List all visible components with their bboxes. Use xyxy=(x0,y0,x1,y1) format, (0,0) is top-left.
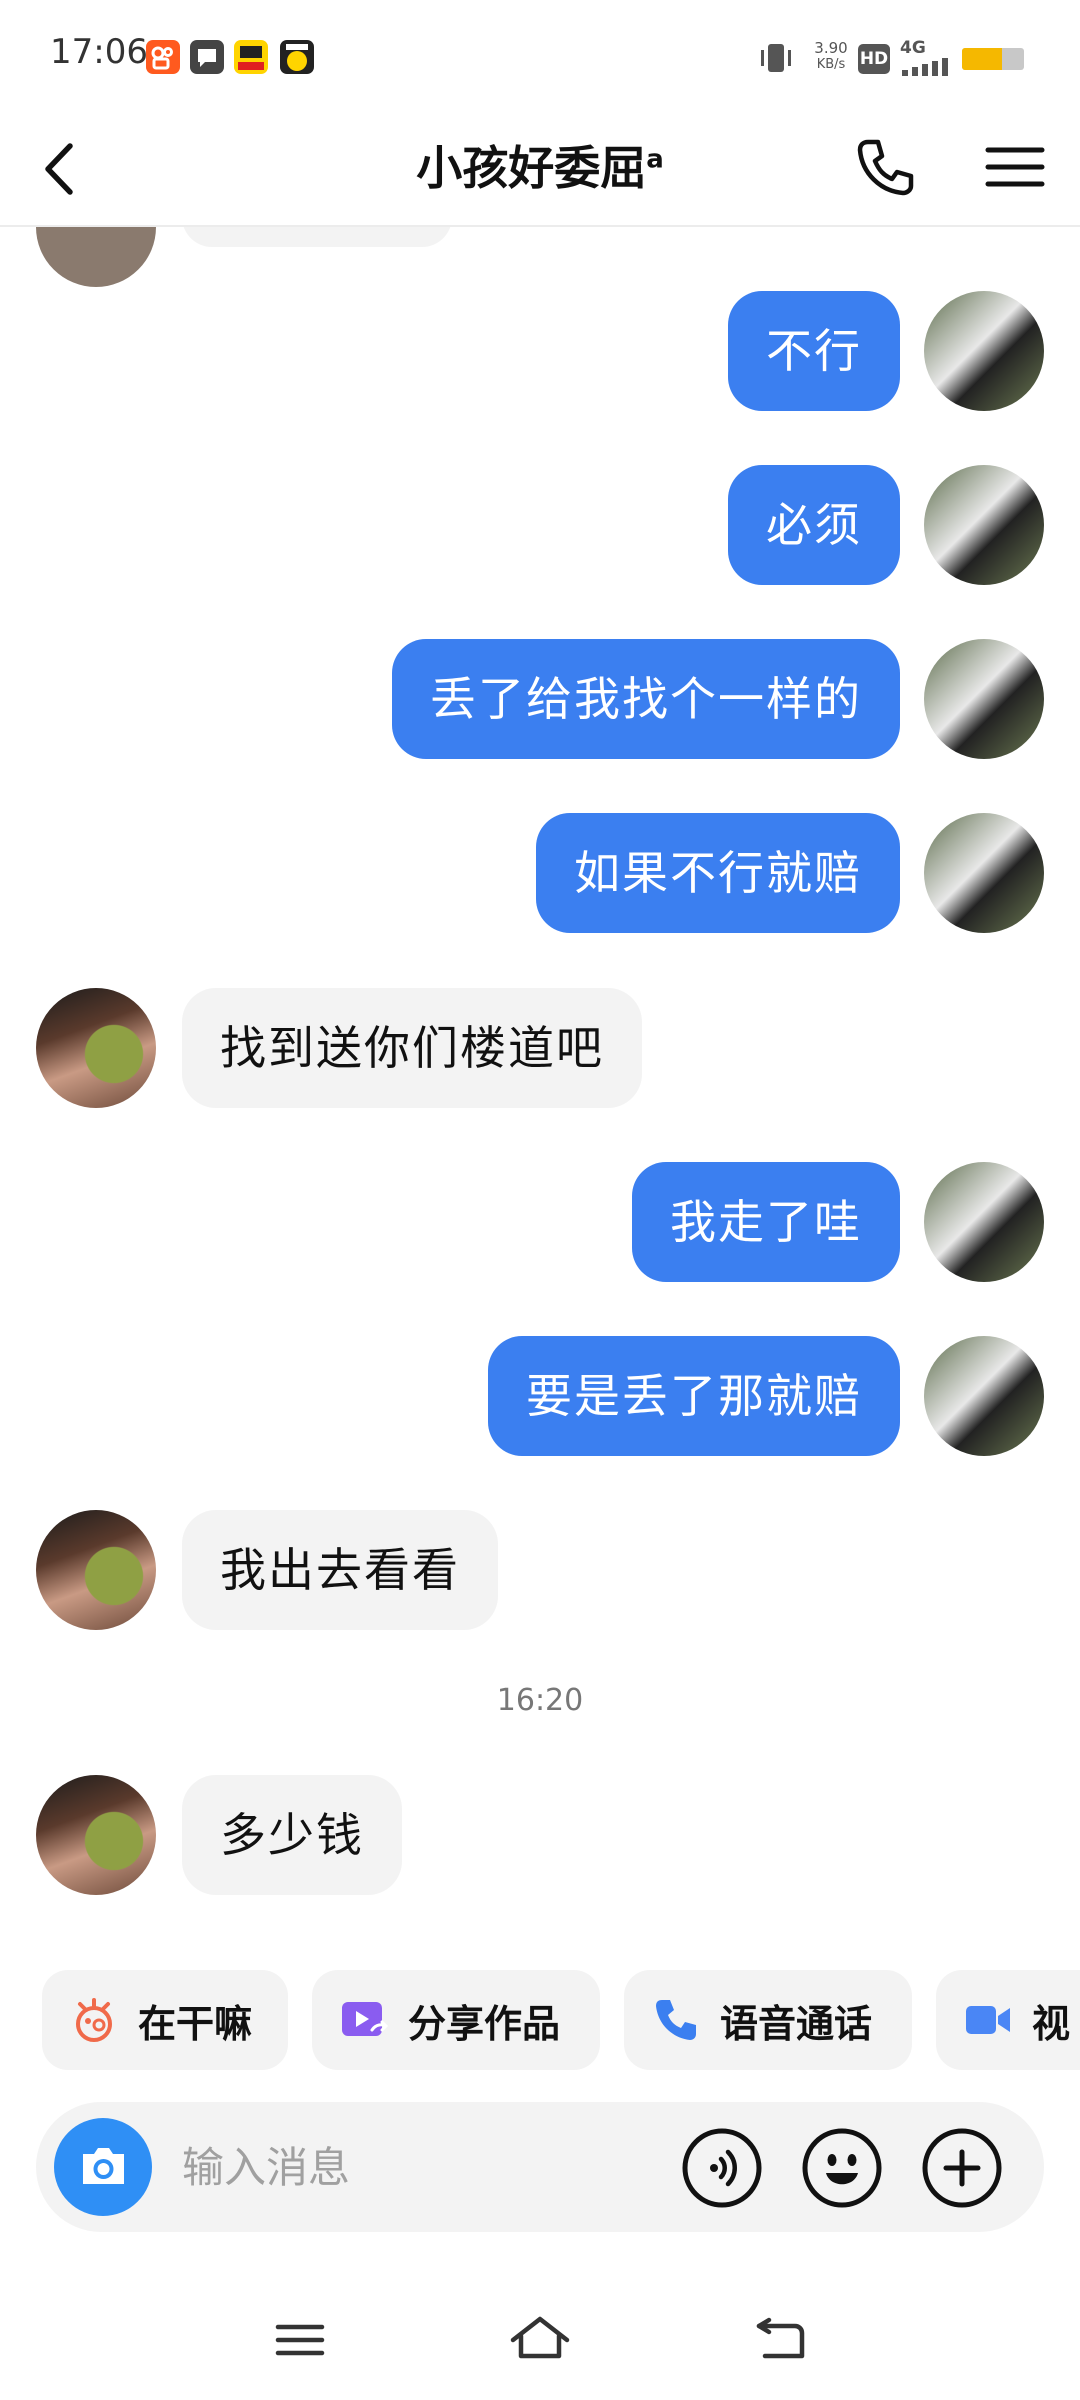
share-video-icon xyxy=(342,2002,389,2036)
emoji-button[interactable] xyxy=(800,2126,884,2210)
status-time: 17:06 xyxy=(50,32,148,72)
quick-action-label: 视 xyxy=(1032,2001,1071,2046)
battery-icon xyxy=(962,48,1024,70)
my-avatar[interactable] xyxy=(924,813,1044,933)
phone-icon xyxy=(656,2000,696,2040)
phone-icon xyxy=(857,139,914,196)
quick-actions-bar[interactable]: 在干嘛 分享作品 语音通话 视 xyxy=(0,1970,1080,2075)
message-row: 我出去看看 xyxy=(0,1510,1080,1630)
message-row: 如果不行就赔 xyxy=(0,813,1080,933)
message-bubble[interactable]: 我走了哇 xyxy=(632,1162,900,1282)
quick-action-label: 在干嘛 xyxy=(138,2001,253,2046)
message-bubble[interactable]: 不行 xyxy=(728,291,900,411)
nav-menu-icon xyxy=(275,2324,325,2356)
camera-icon xyxy=(83,2148,124,2184)
battery-level xyxy=(962,48,1003,70)
message-input[interactable] xyxy=(182,2137,602,2197)
my-avatar[interactable] xyxy=(924,465,1044,585)
my-avatar[interactable] xyxy=(924,639,1044,759)
contact-avatar[interactable] xyxy=(36,1775,156,1895)
message-input-bar xyxy=(36,2102,1044,2232)
quick-action-video-call[interactable]: 视 xyxy=(936,1970,1080,2070)
message-list[interactable]: 不行 必须 丢了给我找个一样的 如果不行就赔 找到送你们楼道吧 我走了哇 要是丢… xyxy=(0,227,1080,1927)
smiley-icon xyxy=(802,2128,882,2208)
message-bubble[interactable] xyxy=(182,227,452,247)
chat-title-sup: a xyxy=(646,144,664,175)
camera-button[interactable] xyxy=(54,2118,152,2216)
message-bubble[interactable]: 如果不行就赔 xyxy=(536,813,900,933)
contact-avatar[interactable] xyxy=(36,1510,156,1630)
quick-action-whatsup[interactable]: 在干嘛 xyxy=(42,1970,288,2070)
quick-action-label: 语音通话 xyxy=(720,2001,873,2046)
chat-header: 小孩好委屈a xyxy=(0,110,1080,227)
message-row: 丢了给我找个一样的 xyxy=(0,639,1080,759)
quick-action-voice-call[interactable]: 语音通话 xyxy=(624,1970,912,2070)
chat-bubble-icon xyxy=(190,40,224,74)
message-bubble[interactable]: 多少钱 xyxy=(182,1775,402,1895)
nav-menu-button[interactable] xyxy=(265,2310,335,2370)
system-nav-bar xyxy=(0,2290,1080,2400)
voice-input-button[interactable] xyxy=(680,2126,764,2210)
nav-back-icon xyxy=(756,2317,805,2359)
more-menu-button[interactable] xyxy=(980,132,1050,202)
my-avatar[interactable] xyxy=(924,1336,1044,1456)
net-speed-value: 3.90 xyxy=(814,39,848,57)
my-avatar[interactable] xyxy=(924,291,1044,411)
message-bubble[interactable]: 找到送你们楼道吧 xyxy=(182,988,642,1108)
vibrate-icon xyxy=(761,44,791,72)
network-type: 4G xyxy=(900,38,926,58)
message-row: 不行 xyxy=(0,291,1080,411)
message-timestamp: 16:20 xyxy=(496,1683,584,1718)
contact-avatar[interactable] xyxy=(36,988,156,1108)
yellow-face-icon xyxy=(280,40,314,74)
video-camera-icon xyxy=(966,2006,1010,2034)
quick-action-share-work[interactable]: 分享作品 xyxy=(312,1970,600,2070)
message-row: 必须 xyxy=(0,465,1080,585)
plus-icon xyxy=(922,2128,1002,2208)
emoji-sticker-icon xyxy=(76,1998,112,2042)
signal-icon xyxy=(902,58,948,76)
chat-title-text: 小孩好委屈 xyxy=(416,141,647,195)
nav-back-button[interactable] xyxy=(745,2310,815,2370)
kuaishou-icon xyxy=(146,40,180,74)
my-avatar[interactable] xyxy=(924,1162,1044,1282)
hd-badge: HD xyxy=(858,44,890,74)
message-bubble[interactable]: 丢了给我找个一样的 xyxy=(392,639,900,759)
message-row: 要是丢了那就赔 xyxy=(0,1336,1080,1456)
nav-home-button[interactable] xyxy=(505,2310,575,2370)
avatar[interactable] xyxy=(36,227,156,287)
nav-home-icon xyxy=(510,2316,570,2359)
status-bar: 17:06 3.90 KB/s HD 4G xyxy=(0,0,1080,110)
hamburger-menu-icon xyxy=(985,147,1045,187)
more-actions-button[interactable] xyxy=(920,2126,1004,2210)
message-bubble[interactable]: 我出去看看 xyxy=(182,1510,498,1630)
kuaishou-news-icon xyxy=(234,40,268,74)
quick-action-label: 分享作品 xyxy=(408,2001,561,2046)
voice-call-button[interactable] xyxy=(850,132,920,202)
message-bubble[interactable]: 要是丢了那就赔 xyxy=(488,1336,900,1456)
message-row: 多少钱 xyxy=(0,1775,1080,1895)
message-row: 找到送你们楼道吧 xyxy=(0,988,1080,1108)
net-speed-unit: KB/s xyxy=(816,57,846,72)
message-bubble[interactable]: 必须 xyxy=(728,465,900,585)
voice-wave-icon xyxy=(682,2128,762,2208)
message-row: 我走了哇 xyxy=(0,1162,1080,1282)
